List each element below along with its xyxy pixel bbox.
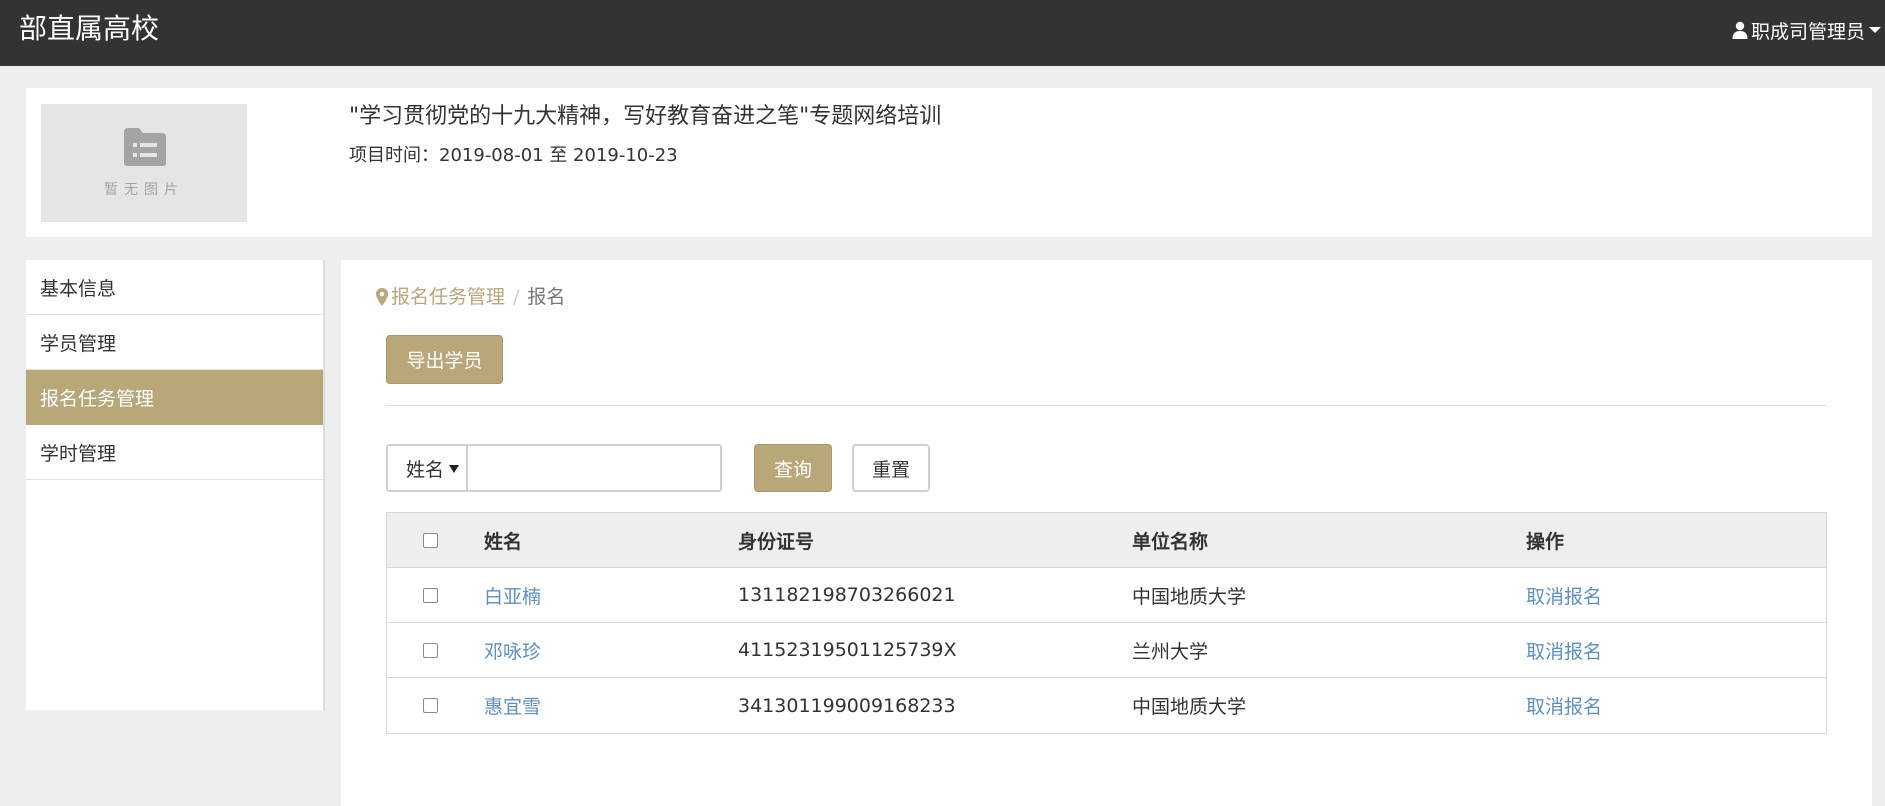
- table-header: 姓名 身份证号 单位名称 操作: [387, 513, 1826, 568]
- column-header-name: 姓名: [484, 530, 523, 553]
- top-navbar: 部直属高校 职成司管理员: [0, 0, 1885, 66]
- query-button[interactable]: 查询: [754, 444, 832, 492]
- project-thumbnail: 暂无图片: [41, 104, 247, 222]
- divider: [386, 405, 1827, 406]
- user-name: 职成司管理员: [1750, 20, 1865, 43]
- user-menu[interactable]: 职成司管理员: [1732, 16, 1881, 44]
- search-filter: 姓名: [386, 444, 722, 492]
- table-row: 白亚楠 131182198703266021 中国地质大学 取消报名: [387, 568, 1826, 623]
- caret-down-icon: [449, 465, 459, 473]
- id-number: 131182198703266021: [738, 584, 956, 606]
- folder-list-icon: [124, 128, 166, 166]
- table-row: 惠宜雪 341301199009168233 中国地质大学 取消报名: [387, 678, 1826, 733]
- student-name-link[interactable]: 惠宜雪: [484, 678, 541, 733]
- row-select-cell: [387, 678, 473, 733]
- chevron-down-icon: [1869, 27, 1881, 33]
- sidebar-item-credit-hours[interactable]: 学时管理: [26, 425, 323, 480]
- column-header-id-number: 身份证号: [738, 530, 815, 553]
- breadcrumb-current: 报名: [527, 286, 566, 308]
- export-students-button[interactable]: 导出学员: [386, 335, 503, 384]
- breadcrumb-separator: /: [513, 286, 520, 308]
- row-select-cell: [387, 623, 473, 677]
- search-field-selected: 姓名: [406, 458, 445, 481]
- unit-name: 兰州大学: [1132, 640, 1209, 663]
- column-header-action: 操作: [1526, 530, 1565, 553]
- map-marker-icon: [376, 288, 388, 306]
- row-checkbox[interactable]: [422, 587, 438, 603]
- student-table: 姓名 身份证号 单位名称 操作 白亚楠 131182198703266021 中…: [386, 512, 1827, 734]
- reset-button[interactable]: 重置: [852, 444, 930, 492]
- id-number: 341301199009168233: [738, 694, 956, 717]
- cancel-registration-link[interactable]: 取消报名: [1526, 678, 1602, 733]
- student-name-link[interactable]: 白亚楠: [484, 568, 541, 622]
- project-card: 暂无图片 "学习贯彻党的十九大精神，写好教育奋进之笔"专题网络培训 项目时间：2…: [26, 88, 1872, 237]
- column-header-unit: 单位名称: [1132, 530, 1209, 553]
- unit-name: 中国地质大学: [1132, 585, 1247, 608]
- row-select-cell: [387, 568, 473, 622]
- brand-title[interactable]: 部直属高校: [19, 12, 159, 46]
- cancel-registration-link[interactable]: 取消报名: [1526, 568, 1602, 622]
- select-all-checkbox[interactable]: [422, 532, 438, 548]
- sidebar: 基本信息 学员管理 报名任务管理 学时管理: [26, 260, 325, 710]
- breadcrumb: 报名任务管理 / 报名: [376, 284, 565, 310]
- no-image-text: 暂无图片: [104, 182, 184, 198]
- sidebar-item-registration-tasks[interactable]: 报名任务管理: [26, 370, 323, 425]
- id-number: 41152319501125739X: [738, 639, 957, 661]
- row-checkbox[interactable]: [422, 698, 438, 713]
- search-field-select[interactable]: 姓名: [388, 446, 468, 490]
- select-all-cell: [387, 513, 473, 567]
- project-title: "学习贯彻党的十九大精神，写好教育奋进之笔"专题网络培训: [349, 104, 942, 129]
- row-checkbox[interactable]: [422, 642, 438, 658]
- project-time: 项目时间：2019-08-01 至 2019-10-23: [349, 145, 678, 166]
- search-input[interactable]: [468, 446, 720, 490]
- student-name-link[interactable]: 邓咏珍: [484, 623, 541, 677]
- user-icon: [1732, 21, 1748, 39]
- table-row: 邓咏珍 41152319501125739X 兰州大学 取消报名: [387, 623, 1826, 678]
- cancel-registration-link[interactable]: 取消报名: [1526, 623, 1602, 677]
- sidebar-item-student-management[interactable]: 学员管理: [26, 315, 323, 370]
- main-panel: 报名任务管理 / 报名 导出学员 姓名 查询 重置 姓名 身份证号 单位名称 操…: [341, 260, 1872, 806]
- unit-name: 中国地质大学: [1132, 696, 1247, 718]
- sidebar-item-basic-info[interactable]: 基本信息: [26, 260, 323, 315]
- breadcrumb-parent[interactable]: 报名任务管理: [391, 284, 505, 310]
